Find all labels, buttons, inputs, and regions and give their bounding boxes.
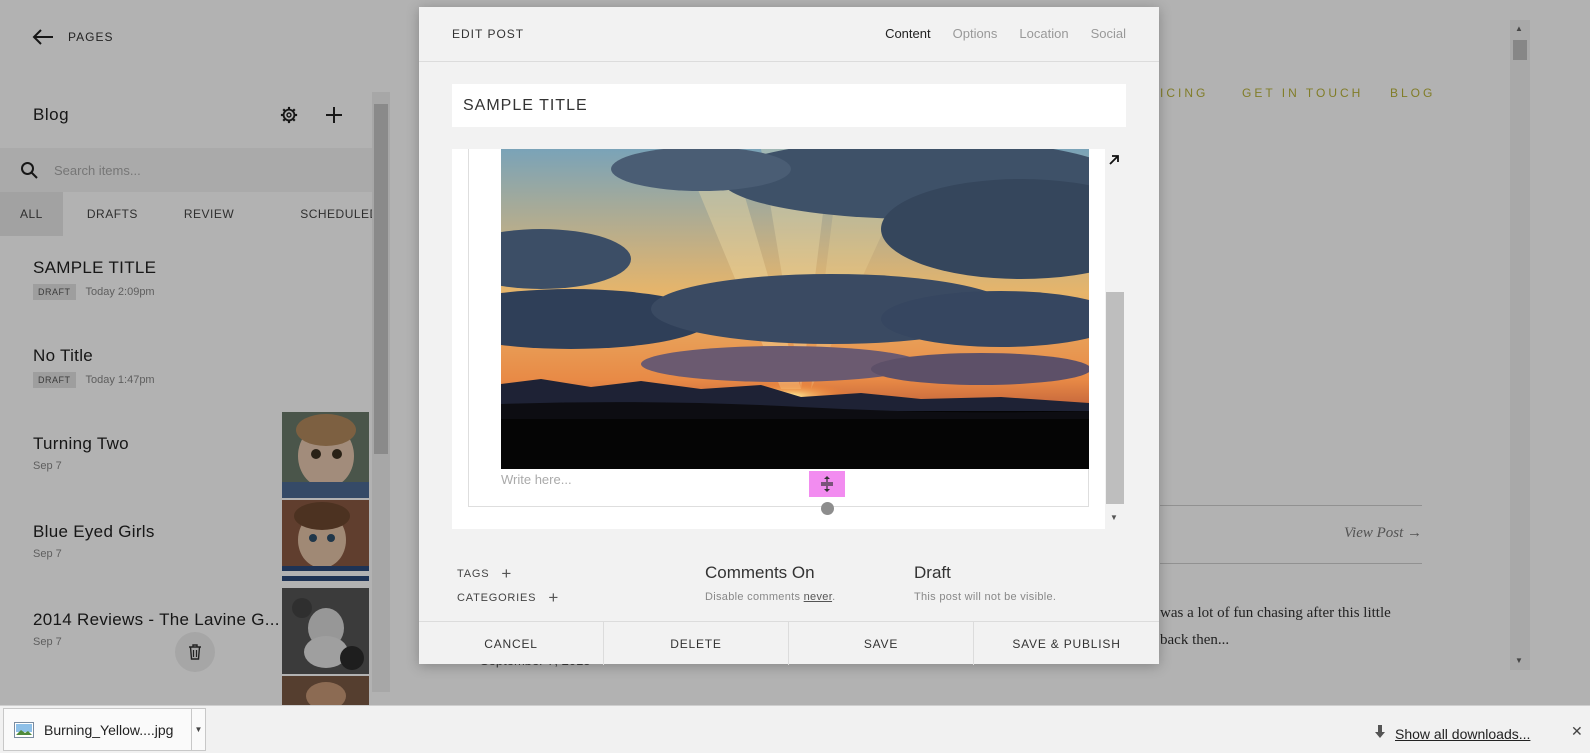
show-all-downloads-link[interactable]: Show all downloads...	[1395, 726, 1530, 742]
tab-social[interactable]: Social	[1091, 26, 1126, 41]
download-arrow-icon	[1375, 725, 1385, 738]
comments-never-link[interactable]: never	[804, 591, 832, 603]
editor-scrollbar[interactable]: ▼	[1105, 149, 1126, 529]
comments-heading: Comments On	[705, 563, 815, 582]
tags-label: TAGS	[457, 568, 490, 580]
download-item[interactable]: Burning_Yellow....jpg ▼	[3, 708, 206, 751]
tab-content[interactable]: Content	[885, 26, 931, 41]
dialog-title: EDIT POST	[452, 27, 525, 41]
save-and-publish-button[interactable]: SAVE & PUBLISH	[974, 622, 1159, 665]
delete-button[interactable]: DELETE	[604, 622, 789, 665]
dialog-tabs: Content Options Location Social	[885, 26, 1126, 41]
cancel-button[interactable]: CANCEL	[419, 622, 604, 665]
image-file-icon	[14, 721, 34, 738]
dialog-header: EDIT POST Content Options Location Socia…	[419, 7, 1159, 62]
tab-options[interactable]: Options	[953, 26, 998, 41]
close-download-bar-icon[interactable]: ✕	[1571, 723, 1583, 740]
categories-control[interactable]: CATEGORIES +	[457, 589, 559, 606]
download-options-chevron-icon[interactable]: ▼	[191, 709, 205, 750]
download-bar: Burning_Yellow....jpg ▼ Show all downloa…	[0, 705, 1590, 753]
save-button[interactable]: SAVE	[789, 622, 974, 665]
tab-location[interactable]: Location	[1019, 26, 1068, 41]
content-editor[interactable]: Write here...	[452, 149, 1105, 529]
resize-vertical-icon	[821, 476, 833, 492]
comments-subtext: Disable comments never.	[705, 591, 836, 603]
comments-setting[interactable]: Comments On Disable comments never.	[705, 563, 835, 603]
status-setting[interactable]: Draft This post will not be visible.	[914, 563, 1056, 603]
sunset-image[interactable]	[501, 149, 1089, 469]
add-tag-plus-icon[interactable]: +	[501, 565, 512, 582]
status-heading: Draft	[914, 563, 951, 582]
tags-control[interactable]: TAGS +	[457, 565, 512, 582]
post-title-input[interactable]	[452, 84, 1126, 127]
insert-point-handle[interactable]	[821, 502, 834, 515]
edit-post-dialog: EDIT POST Content Options Location Socia…	[419, 7, 1159, 665]
image-block[interactable]: Write here...	[468, 149, 1089, 515]
block-resize-handle[interactable]	[809, 471, 845, 497]
download-file-name: Burning_Yellow....jpg	[44, 721, 174, 738]
status-subtext: This post will not be visible.	[914, 591, 1057, 603]
write-here-placeholder[interactable]: Write here...	[501, 472, 572, 487]
scroll-down-icon[interactable]: ▼	[1110, 513, 1118, 522]
add-category-plus-icon[interactable]: +	[548, 589, 559, 606]
categories-label: CATEGORIES	[457, 592, 537, 604]
dialog-footer: CANCEL DELETE SAVE SAVE & PUBLISH	[419, 621, 1159, 665]
